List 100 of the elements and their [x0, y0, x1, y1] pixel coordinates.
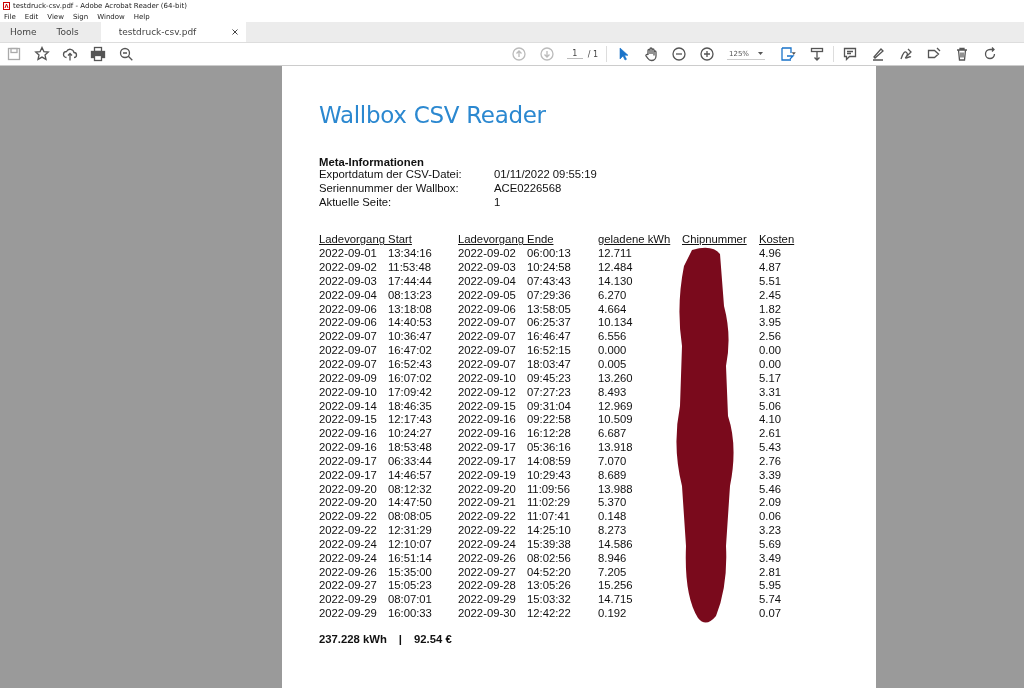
- table-cell-text: 2022-09-17 06:33:44: [319, 454, 433, 469]
- trash-icon[interactable]: [954, 46, 970, 62]
- table-cell-text: 1.82: [759, 302, 782, 317]
- table-cell-text: 2022-09-26 15:35:00: [319, 565, 433, 580]
- table-cell-text: 2022-09-24 12:10:07: [319, 537, 433, 552]
- tab[interactable]: Home: [0, 22, 47, 42]
- meta-value: 1: [494, 195, 502, 210]
- table-cell-text: 2022-09-07 06:25:37: [458, 316, 572, 331]
- table-cell-text: 0.00: [759, 344, 782, 358]
- table-cell-text: 3.31: [759, 385, 782, 400]
- total-cost: 92.54 €: [414, 633, 452, 645]
- table-cell-text: 2022-09-21 11:02:29: [458, 496, 572, 511]
- table-cell-text: 5.17: [759, 371, 782, 386]
- table-cell-text: 2022-09-22 08:08:05: [319, 510, 433, 525]
- table-cell-text: 2022-09-09 16:07:02: [319, 371, 433, 386]
- table-cell-text: 2.45: [759, 288, 782, 303]
- table-cell-text: 8.946: [598, 551, 628, 566]
- tab[interactable]: Tools: [46, 22, 89, 42]
- table-cell-text: 5.46: [759, 482, 782, 497]
- column-header: Chipnummer: [682, 233, 748, 248]
- table-cell-text: 2022-09-24 16:51:14: [319, 551, 433, 566]
- table-cell-text: 2.09: [759, 496, 782, 511]
- table-cell-text: 2022-09-07 16:47:02: [319, 344, 433, 358]
- table-cell-text: 2022-09-07 16:46:47: [458, 330, 572, 345]
- table-cell-text: 4.664: [598, 302, 628, 317]
- table-cell-text: 2022-09-28 13:05:26: [458, 579, 572, 594]
- column-header: Kosten: [759, 233, 796, 248]
- table-cell-text: 6.687: [598, 427, 628, 442]
- table-cell-text: 2022-09-03 10:24:58: [458, 261, 572, 275]
- table-cell-text: 12.969: [598, 399, 634, 414]
- caret-icon: [758, 51, 763, 56]
- table-cell-text: 2022-09-16 09:22:58: [458, 413, 572, 428]
- column-header: geladene kWh: [598, 233, 672, 248]
- table-cell-text: 6.556: [598, 330, 628, 345]
- table-cell-text: 10.509: [598, 413, 634, 428]
- table-cell-text: 13.988: [598, 482, 634, 497]
- table-cell-text: 0.005: [598, 358, 628, 372]
- tab[interactable]: testdruck-csv.pdf: [100, 22, 246, 42]
- meta-label: Seriennummer der Wallbox:: [319, 181, 460, 196]
- zoom-out-icon[interactable]: [671, 46, 687, 62]
- page-number-field[interactable]: 1: [566, 49, 583, 59]
- table-cell-text: 2022-09-06 13:58:05: [458, 302, 572, 317]
- table-cell-text: 0.00: [759, 358, 782, 372]
- document-title: Wallbox CSV Reader: [319, 102, 547, 128]
- table-cell-text: 2022-09-20 14:47:50: [319, 496, 433, 511]
- table-cell-text: 2022-09-27 15:05:23: [319, 579, 433, 594]
- table-cell-text: 4.96: [759, 247, 782, 262]
- highlighter-icon[interactable]: [870, 46, 886, 62]
- table-cell-text: 12.484: [598, 261, 634, 275]
- table-cell-text: 2022-09-07 16:52:43: [319, 358, 433, 372]
- close-icon[interactable]: [231, 29, 238, 35]
- table-cell-text: 2022-09-04 07:43:43: [458, 274, 572, 289]
- zoom-in-icon[interactable]: [699, 46, 715, 62]
- table-cell-text: 2022-09-29 08:07:01: [319, 593, 433, 608]
- table-cell-text: 3.39: [759, 468, 782, 483]
- table-cell-text: 5.43: [759, 441, 782, 455]
- star-icon[interactable]: [34, 46, 50, 62]
- search-icon[interactable]: [118, 46, 134, 62]
- total-energy: 237.228 kWh: [319, 633, 387, 645]
- meta-value: ACE0226568: [494, 181, 563, 196]
- table-cell-text: 2022-09-16 18:53:48: [319, 441, 433, 455]
- signature-icon[interactable]: [898, 46, 914, 62]
- hand-icon[interactable]: [643, 46, 659, 62]
- table-cell-text: 0.07: [759, 607, 782, 621]
- table-cell-text: 2022-09-07 10:36:47: [319, 330, 433, 345]
- rotate-icon[interactable]: [982, 46, 998, 62]
- table-cell-text: 2022-09-27 04:52:20: [458, 565, 572, 580]
- table-cell-text: 2.76: [759, 454, 782, 469]
- table-cell-text: 2.81: [759, 565, 782, 580]
- table-cell-text: 5.51: [759, 274, 782, 289]
- scroll-mode-icon[interactable]: [809, 46, 825, 62]
- table-cell-text: 2022-09-24 15:39:38: [458, 537, 572, 552]
- table-cell-text: 3.95: [759, 316, 782, 331]
- cloud-upload-icon[interactable]: [62, 46, 78, 62]
- table-cell-text: 0.000: [598, 344, 628, 358]
- table-cell-text: 2.61: [759, 427, 782, 442]
- table-cell-text: 5.95: [759, 579, 782, 594]
- table-cell-text: 0.148: [598, 510, 628, 525]
- table-cell-text: 6.270: [598, 288, 628, 303]
- table-cell-text: 7.070: [598, 454, 628, 469]
- table-cell-text: 2022-09-01 13:34:16: [319, 247, 433, 262]
- page-count: / 1: [587, 49, 598, 59]
- table-cell-text: 2022-09-29 16:00:33: [319, 607, 433, 621]
- table-cell-text: 2022-09-07 16:52:15: [458, 344, 572, 358]
- table-cell-text: 2022-09-07 18:03:47: [458, 358, 572, 372]
- table-cell-text: 2022-09-06 13:18:08: [319, 302, 433, 317]
- column-header: Ladevorgang Ende: [458, 233, 555, 248]
- table-cell-text: 2022-09-15 09:31:04: [458, 399, 572, 414]
- comment-icon[interactable]: [842, 46, 858, 62]
- meta-value: 01/11/2022 09:55:19: [494, 168, 598, 182]
- table-cell-text: 2022-09-03 17:44:44: [319, 274, 433, 289]
- table-cell-text: 5.74: [759, 593, 782, 608]
- table-cell-text: 10.134: [598, 316, 634, 331]
- table-cell-text: 2022-09-22 14:25:10: [458, 524, 572, 538]
- table-cell-text: 2022-09-17 14:08:59: [458, 454, 572, 469]
- table-cell-text: 2022-09-22 11:07:41: [458, 510, 572, 525]
- print-icon[interactable]: [90, 46, 106, 62]
- table-cell-text: 2022-09-16 10:24:27: [319, 427, 433, 442]
- table-cell-text: 7.205: [598, 565, 628, 580]
- table-cell-text: 8.493: [598, 385, 628, 400]
